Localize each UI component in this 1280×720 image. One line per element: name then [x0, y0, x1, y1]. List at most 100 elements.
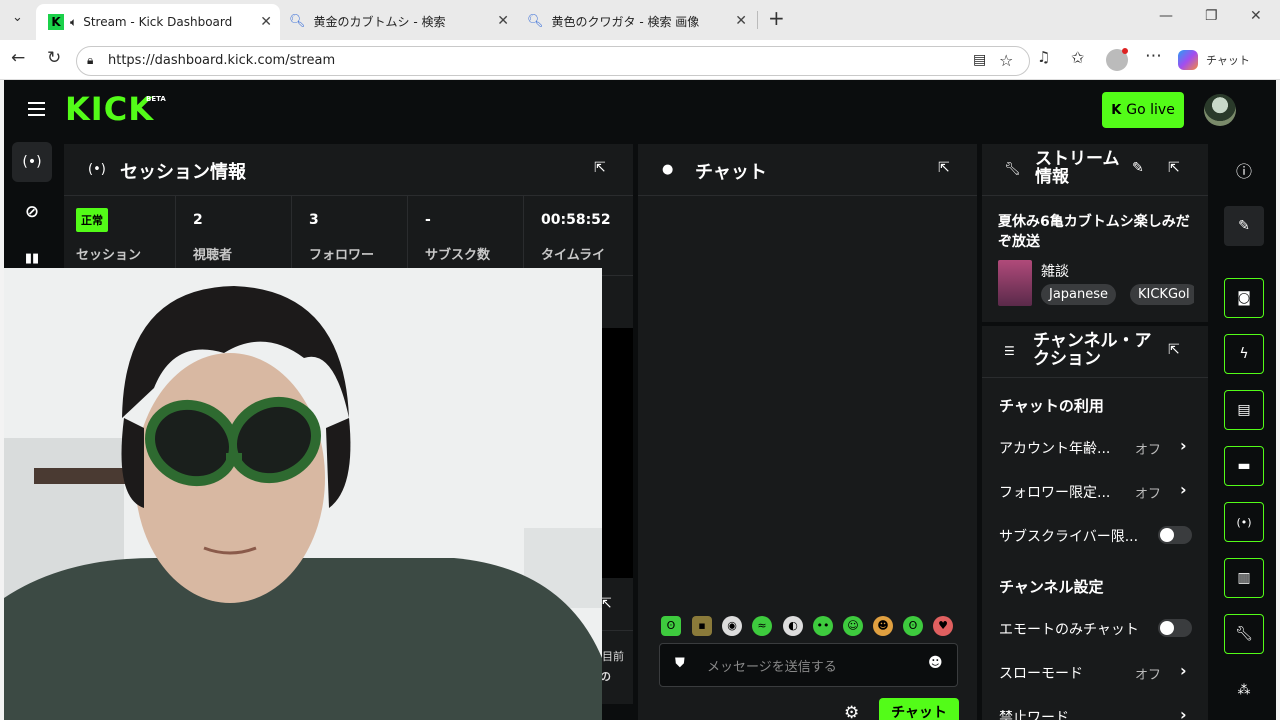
- webcam-overlay: [4, 268, 602, 720]
- search-favicon-icon: 🔍︎: [289, 13, 306, 29]
- stat-label: 視聴者: [193, 248, 233, 263]
- kick-logo[interactable]: KICK: [65, 90, 154, 128]
- go-live-button[interactable]: K Go live: [1102, 92, 1184, 128]
- community-icon[interactable]: ⁂: [1224, 670, 1264, 710]
- speaker-icon: 🔈︎: [70, 14, 78, 29]
- close-tab-icon[interactable]: ✕: [260, 14, 272, 30]
- tab-actions-chevron-icon[interactable]: ⌄: [12, 10, 23, 25]
- copilot-icon[interactable]: [1178, 50, 1198, 70]
- chevron-right-icon[interactable]: ›: [1180, 661, 1187, 680]
- broadcast-icon[interactable]: (•): [1224, 502, 1264, 542]
- stat-value: 00:58:52: [541, 212, 611, 228]
- chat-settings-gear-icon[interactable]: ⚙: [844, 703, 859, 720]
- emoji-picker-icon[interactable]: ☻: [928, 655, 943, 671]
- chat-send-button[interactable]: チャット: [879, 698, 959, 720]
- session-info-title: セッション情報: [120, 162, 246, 183]
- window-close-icon[interactable]: ✕: [1250, 8, 1262, 24]
- emote-icon[interactable]: ◐: [783, 616, 803, 636]
- setting-followers-only[interactable]: フォロワー限定...: [999, 482, 1110, 502]
- kick-k-icon: K: [1111, 102, 1122, 118]
- info-icon[interactable]: ⓘ: [1224, 150, 1264, 190]
- browser-tab-bar: ⌄ K 🔈︎ Stream - Kick Dashboard ✕ 🔍︎ 黄金のカ…: [0, 0, 1280, 40]
- popout-icon[interactable]: ⇱: [594, 160, 606, 176]
- emote-icon[interactable]: ◉: [722, 616, 742, 636]
- popout-icon[interactable]: ⇱: [1168, 160, 1180, 176]
- copilot-label[interactable]: チャット: [1206, 52, 1250, 68]
- camera-icon[interactable]: ◙: [1224, 278, 1264, 318]
- emote-icon[interactable]: ☻: [873, 616, 893, 636]
- tab-kick-dashboard[interactable]: K 🔈︎ Stream - Kick Dashboard ✕: [36, 4, 280, 40]
- popout-icon[interactable]: ⇱: [1168, 342, 1180, 358]
- favorite-star-icon[interactable]: ☆: [999, 51, 1013, 70]
- tag-chip[interactable]: KICKGol: [1130, 284, 1194, 305]
- refresh-icon[interactable]: ↻: [47, 48, 61, 68]
- chevron-right-icon[interactable]: ›: [1180, 705, 1187, 720]
- hamburger-menu-icon[interactable]: [28, 102, 45, 120]
- stat-session: 正常 セッション: [64, 196, 176, 271]
- setting-account-age[interactable]: アカウント年齢...: [999, 438, 1110, 458]
- edit-pencil-icon[interactable]: ✎: [1224, 206, 1264, 246]
- emote-icon[interactable]: ʘ: [903, 616, 923, 636]
- document-icon[interactable]: ▤: [1224, 390, 1264, 430]
- popout-icon[interactable]: ⇱: [938, 160, 950, 176]
- chat-icon[interactable]: ▬: [1224, 446, 1264, 486]
- kick-favicon-icon: K: [48, 14, 64, 30]
- emote-icon[interactable]: ••: [813, 616, 833, 636]
- chevron-right-icon[interactable]: ›: [1180, 480, 1187, 499]
- stat-label: タイムライ: [541, 248, 606, 263]
- broadcast-icon: (•): [88, 162, 106, 177]
- setting-value: オフ: [1135, 668, 1162, 683]
- shield-icon: ⛊: [675, 656, 685, 671]
- tab-search-golden-beetle[interactable]: 🔍︎ 黄金のカブトムシ - 検索 ✕: [285, 6, 517, 36]
- session-stats-row: 正常 セッション 2 視聴者 3 フォロワー - サブスク数 00:58:52 …: [64, 196, 633, 271]
- emote-icon[interactable]: ☺: [843, 616, 863, 636]
- setting-value: オフ: [1135, 487, 1162, 502]
- tag-chip[interactable]: Japanese: [1041, 284, 1117, 305]
- wrench-icon[interactable]: 🔧︎: [1224, 614, 1264, 654]
- setting-slow-mode[interactable]: スローモード: [999, 663, 1083, 683]
- stat-label: フォロワー: [309, 248, 375, 263]
- stream-info-title: ストリーム情報: [1035, 149, 1120, 187]
- divider: [982, 377, 1208, 378]
- profile-notification-dot: [1122, 48, 1128, 54]
- beta-badge: BETA: [146, 95, 166, 103]
- minimize-icon[interactable]: —: [1159, 8, 1173, 24]
- tab-separator: [757, 11, 758, 29]
- restore-icon[interactable]: ❐: [1205, 8, 1218, 24]
- more-options-icon[interactable]: ⋯: [1145, 46, 1162, 66]
- emote-icon[interactable]: ≈: [752, 616, 772, 636]
- channel-settings-heading: チャンネル設定: [999, 578, 1104, 596]
- stat-value: 2: [193, 212, 203, 228]
- stat-label: サブスク数: [425, 248, 491, 263]
- setting-subscribers-only: サブスクライバー限...: [999, 529, 1139, 545]
- tab-title: Stream - Kick Dashboard: [83, 15, 233, 29]
- setting-value: オフ: [1135, 443, 1162, 458]
- media-control-icon[interactable]: ♫: [1037, 48, 1050, 66]
- link-icon[interactable]: ⊘: [12, 192, 52, 232]
- emote-icon[interactable]: ▪: [692, 616, 712, 636]
- emote-icon[interactable]: ʘ: [661, 616, 681, 636]
- close-tab-icon[interactable]: ✕: [497, 13, 509, 29]
- new-tab-plus-icon[interactable]: +: [768, 6, 785, 30]
- setting-banned-words[interactable]: 禁止ワード: [999, 707, 1069, 720]
- url-field[interactable]: 🔒︎ https://dashboard.kick.com/stream ▤ ☆: [76, 46, 1030, 76]
- reader-mode-icon[interactable]: ▤: [973, 52, 986, 68]
- edit-pencil-icon[interactable]: ✎: [1132, 160, 1144, 176]
- chevron-right-icon[interactable]: ›: [1180, 436, 1187, 455]
- shield-list-icon: ☰: [1004, 344, 1015, 358]
- category-name[interactable]: 雑談: [1041, 261, 1069, 281]
- subscribers-only-toggle[interactable]: [1158, 526, 1192, 544]
- lightning-icon[interactable]: ϟ: [1224, 334, 1264, 374]
- user-avatar[interactable]: [1204, 94, 1236, 126]
- close-tab-icon[interactable]: ✕: [735, 13, 747, 29]
- back-arrow-icon[interactable]: ←: [11, 48, 25, 68]
- go-live-label: Go live: [1126, 102, 1175, 118]
- layout-icon[interactable]: ▥: [1224, 558, 1264, 598]
- chat-message-input[interactable]: ⛊ メッセージを送信する ☻: [659, 643, 958, 687]
- emote-only-toggle[interactable]: [1158, 619, 1192, 637]
- right-rail: ⓘ ✎ ◙ ϟ ▤ ▬ (•) ▥ 🔧︎ ⁂: [1210, 142, 1276, 720]
- emote-icon[interactable]: ♥: [933, 616, 953, 636]
- stream-broadcast-icon[interactable]: (•): [12, 142, 52, 182]
- favorites-icon[interactable]: ✩: [1071, 48, 1084, 67]
- tab-search-yellow-stag[interactable]: 🔍︎ 黄色のクワガタ - 検索 画像 ✕: [523, 6, 755, 36]
